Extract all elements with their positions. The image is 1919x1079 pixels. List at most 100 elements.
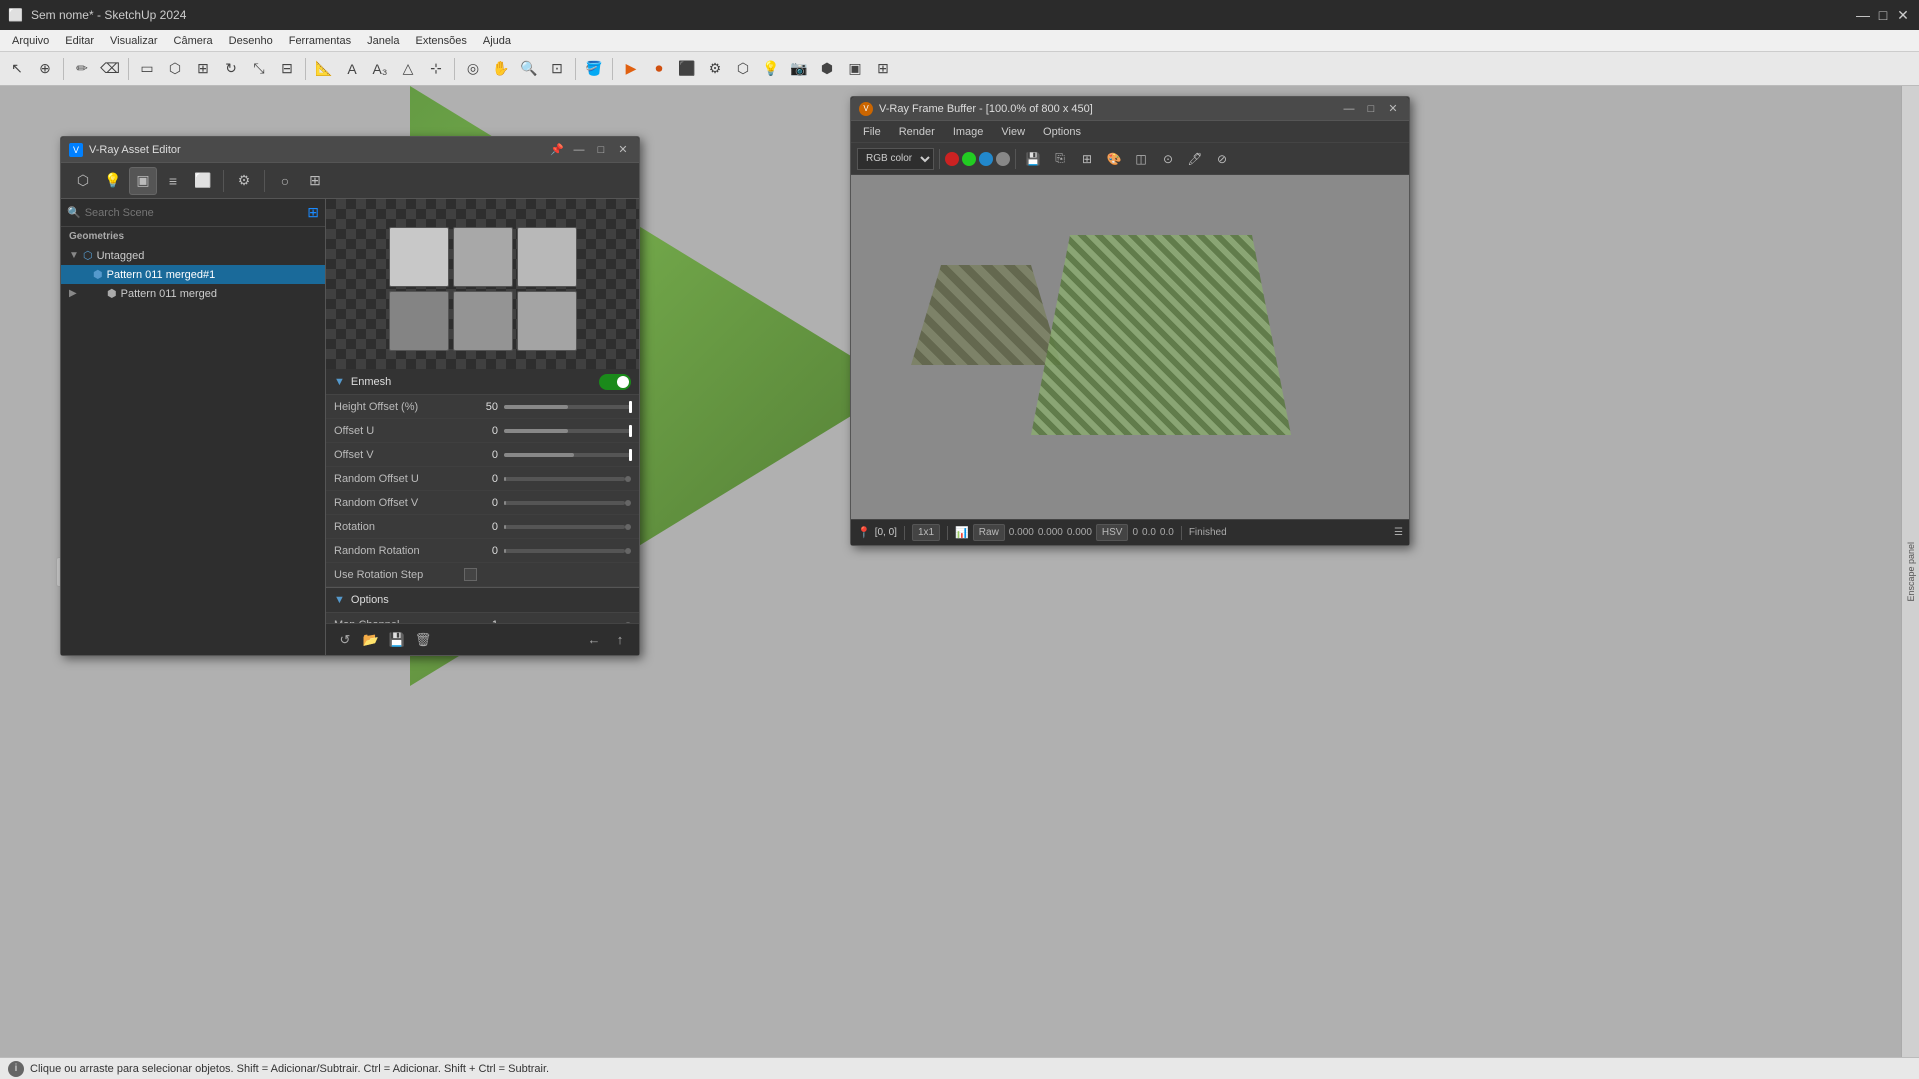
tool-select[interactable]: ↖ [4,56,30,82]
asset-icon-materials[interactable]: ▣ [129,167,157,195]
prop-value-random-offset-u[interactable]: 0 [464,473,504,485]
menu-visualizar[interactable]: Visualizar [102,33,166,49]
tool-offset[interactable]: ⊟ [274,56,300,82]
footer-save-btn[interactable]: 💾 [386,629,408,651]
prop-slider-map-channel[interactable] [504,623,625,624]
enmesh-toggle[interactable] [599,374,631,390]
vray-mat-btn[interactable]: ⬡ [730,56,756,82]
tool-zoom-extent[interactable]: ⊡ [544,56,570,82]
vfb-color-mode-select[interactable]: RGB color [857,148,934,170]
panel-pin-btn[interactable]: 📌 [549,143,565,157]
prop-value-rotation[interactable]: 0 [464,521,504,533]
vray-ipr-btn[interactable]: ⏺ [646,56,672,82]
footer-reset-btn[interactable]: ↺ [334,629,356,651]
menu-camera[interactable]: Câmera [166,33,221,49]
vray-light-btn[interactable]: 💡 [758,56,784,82]
vfb-color-gray[interactable] [996,152,1010,166]
enmesh-section-header[interactable]: ▼ Enmesh [326,369,639,395]
prop-value-offset-u[interactable]: 0 [464,425,504,437]
search-filter-btn[interactable]: ⊞ [307,204,319,221]
prop-value-offset-v[interactable]: 0 [464,449,504,461]
asset-icon-geometry[interactable]: ⬡ [69,167,97,195]
vfb-menu-image[interactable]: Image [945,124,992,140]
tool-3d-text[interactable]: A₃ [367,56,393,82]
vfb-color-blue[interactable] [979,152,993,166]
tool-paint[interactable]: 🪣 [581,56,607,82]
vfb-color-green[interactable] [962,152,976,166]
asset-icon-settings[interactable]: ⚙ [230,167,258,195]
prop-slider-height-offset[interactable] [504,405,631,409]
prop-checkbox-use-rotation-step[interactable] [464,568,477,581]
vray-proxy-btn[interactable]: ▣ [842,56,868,82]
asset-icon-lights[interactable]: 💡 [99,167,127,195]
tool-protractor[interactable]: △ [395,56,421,82]
options-section-header[interactable]: ▼ Options [326,587,639,613]
panel-close-btn[interactable]: ✕ [615,143,631,157]
tool-pan[interactable]: ✋ [488,56,514,82]
vfb-color-correct-btn[interactable]: 🎨 [1102,147,1126,171]
footer-up-btn[interactable]: ↑ [609,629,631,651]
vfb-colorspace-btn[interactable]: HSV [1096,524,1129,541]
tree-item-pattern1[interactable]: ⬢ Pattern 011 merged#1 [61,265,325,284]
menu-arquivo[interactable]: Arquivo [4,33,57,49]
vfb-color-red[interactable] [945,152,959,166]
vfb-menu-options[interactable]: Options [1035,124,1089,140]
vfb-save-btn[interactable]: 💾 [1021,147,1045,171]
tool-pencil[interactable]: ✏ [69,56,95,82]
props-scroll[interactable]: ▼ Enmesh Height Offset (%) 50 [326,369,639,623]
vfb-copy-btn[interactable]: ⎘ [1048,147,1072,171]
prop-value-random-offset-v[interactable]: 0 [464,497,504,509]
tool-text[interactable]: A [339,56,365,82]
tool-push[interactable]: ⬡ [162,56,188,82]
asset-icon-textures[interactable]: ≡ [159,167,187,195]
asset-icon-vfb[interactable]: ○ [271,167,299,195]
tool-space-mouse[interactable]: ⊕ [32,56,58,82]
tree-item-pattern2[interactable]: ▶ ⬢ Pattern 011 merged [61,284,325,303]
menu-ferramentas[interactable]: Ferramentas [281,33,359,49]
prop-slider-random-offset-u[interactable] [504,477,625,481]
panel-minimize-btn[interactable]: — [571,143,587,157]
prop-slider-random-offset-v[interactable] [504,501,625,505]
vray-frame-btn[interactable]: ⬛ [674,56,700,82]
vfb-mode-btn[interactable]: Raw [973,524,1005,541]
close-button[interactable]: ✕ [1895,7,1911,23]
vray-render-btn[interactable]: ▶ [618,56,644,82]
footer-open-btn[interactable]: 📂 [360,629,382,651]
footer-back-btn[interactable]: ← [583,629,605,651]
vfb-maximize-btn[interactable]: □ [1363,102,1379,116]
vfb-menu-icon[interactable]: ☰ [1394,527,1403,538]
tool-rotate[interactable]: ↻ [218,56,244,82]
vfb-close-btn[interactable]: ✕ [1385,102,1401,116]
vfb-zoom-btn[interactable]: 1x1 [912,524,940,541]
menu-janela[interactable]: Janela [359,33,407,49]
search-input[interactable] [85,207,304,219]
tool-zoom[interactable]: 🔍 [516,56,542,82]
tool-axes[interactable]: ⊹ [423,56,449,82]
footer-delete-btn[interactable]: 🗑 [412,629,434,651]
vray-more-btn[interactable]: ⊞ [870,56,896,82]
vfb-stamp-btn[interactable]: 🖊 [1183,147,1207,171]
vray-geo-btn[interactable]: ⬢ [814,56,840,82]
vfb-minimize-btn[interactable]: — [1341,102,1357,116]
prop-slider-rotation[interactable] [504,525,625,529]
vfb-menu-view[interactable]: View [993,124,1033,140]
menu-ajuda[interactable]: Ajuda [475,33,519,49]
prop-slider-offset-u[interactable] [504,429,631,433]
vfb-grid-btn[interactable]: ⊞ [1075,147,1099,171]
tool-erase[interactable]: ⌫ [97,56,123,82]
tree-item-untagged[interactable]: ▼ ⬡ Untagged [61,246,325,265]
asset-icon-render[interactable]: ⬜ [189,167,217,195]
vfb-menu-file[interactable]: File [855,124,889,140]
tool-rect[interactable]: ▭ [134,56,160,82]
menu-editar[interactable]: Editar [57,33,102,49]
prop-value-random-rotation[interactable]: 0 [464,545,504,557]
asset-icon-extra[interactable]: ⊞ [301,167,329,195]
prop-slider-random-rotation[interactable] [504,549,625,553]
minimize-button[interactable]: — [1855,7,1871,23]
menu-desenho[interactable]: Desenho [221,33,281,49]
tool-move[interactable]: ⊞ [190,56,216,82]
prop-value-height-offset[interactable]: 50 [464,401,504,413]
tool-orbit[interactable]: ◎ [460,56,486,82]
vfb-menu-render[interactable]: Render [891,124,943,140]
tool-tape[interactable]: 📐 [311,56,337,82]
